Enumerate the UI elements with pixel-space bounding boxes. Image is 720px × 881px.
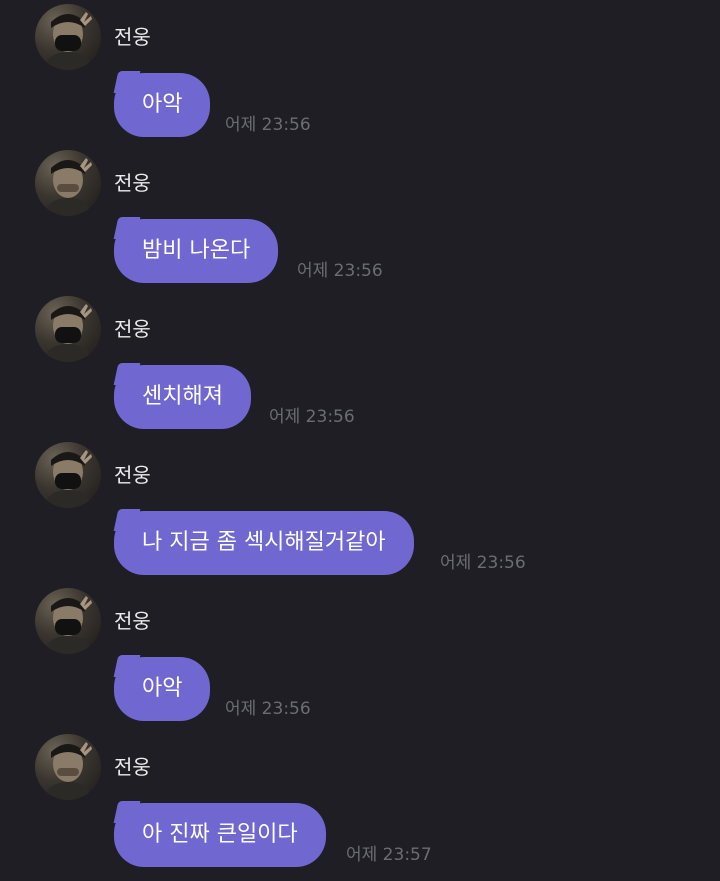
avatar[interactable] [35,296,101,362]
sender-name: 전웅 [114,609,151,633]
profile-photo-icon [43,450,93,508]
chat-message: 전웅 아악 어제 23:56 [0,0,720,146]
avatar[interactable] [35,150,101,216]
avatar[interactable] [35,588,101,654]
message-text: 아악 [142,92,183,117]
chat-message: 전웅 아 진짜 큰일이다 어제 23:57 [0,730,720,876]
chat-message: 전웅 아악 어제 23:56 [0,584,720,730]
chat-message: 전웅 밤비 나온다 어제 23:56 [0,146,720,292]
profile-photo-icon [43,742,93,800]
message-text: 나 지금 좀 섹시해질거같아 [142,530,386,555]
profile-photo-icon [43,158,93,216]
message-bubble[interactable]: 아악 [114,657,211,721]
profile-photo-icon [43,596,93,654]
message-bubble[interactable]: 아 진짜 큰일이다 [114,803,326,867]
profile-photo-icon [43,304,93,362]
sender-name: 전웅 [114,171,151,195]
message-timestamp: 어제 23:56 [297,261,383,281]
avatar[interactable] [35,734,101,800]
chat-message: 전웅 센치해져 어제 23:56 [0,292,720,438]
message-bubble[interactable]: 센치해져 [114,365,251,429]
avatar[interactable] [35,442,101,508]
sender-name: 전웅 [114,25,151,49]
message-text: 아 진짜 큰일이다 [142,822,298,847]
chat-message: 전웅 나 지금 좀 섹시해질거같아 어제 23:56 [0,438,720,584]
message-text: 센치해져 [142,384,223,409]
message-text: 아악 [142,676,183,701]
sender-name: 전웅 [114,755,151,779]
message-timestamp: 어제 23:56 [440,553,526,573]
message-timestamp: 어제 23:56 [225,115,311,135]
message-text: 밤비 나온다 [142,238,251,263]
avatar[interactable] [35,4,101,70]
message-bubble[interactable]: 아악 [114,73,211,137]
sender-name: 전웅 [114,463,151,487]
profile-photo-icon [43,12,93,70]
message-bubble[interactable]: 밤비 나온다 [114,219,279,283]
message-timestamp: 어제 23:57 [346,845,432,865]
message-timestamp: 어제 23:56 [269,407,355,427]
message-timestamp: 어제 23:56 [225,699,311,719]
sender-name: 전웅 [114,317,151,341]
message-bubble[interactable]: 나 지금 좀 섹시해질거같아 [114,511,414,575]
